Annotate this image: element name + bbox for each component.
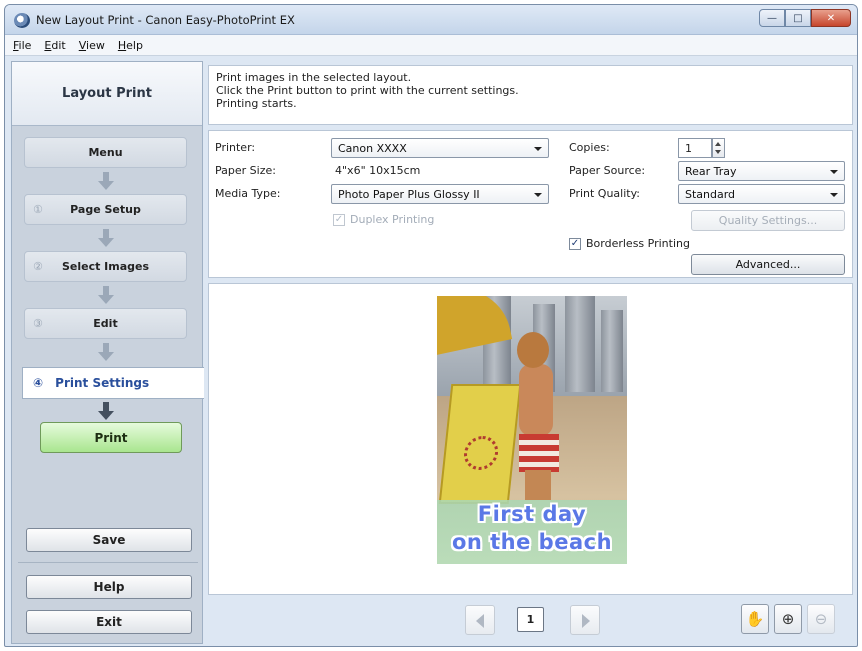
printer-value: Canon XXXX	[338, 142, 407, 155]
photo-sign	[438, 384, 522, 504]
photo-child-body	[519, 364, 553, 436]
page-setup-step-label: Page Setup	[70, 203, 141, 216]
menu-help-label: elp	[126, 38, 143, 52]
photo-child-shorts	[519, 434, 559, 472]
select-images-step-label: Select Images	[61, 260, 150, 273]
media-type-select[interactable]: Photo Paper Plus Glossy II	[331, 184, 549, 204]
copies-input[interactable]: 1	[678, 138, 712, 158]
print-quality-select[interactable]: Standard	[678, 184, 845, 204]
menu-step-button[interactable]: Menu	[24, 137, 187, 168]
close-button[interactable]: ✕	[811, 9, 851, 27]
media-type-value: Photo Paper Plus Glossy II	[338, 188, 480, 201]
instructions-panel: Print images in the selected layout. Cli…	[208, 65, 853, 125]
arrow-down-icon	[98, 286, 114, 306]
instruction-line: Printing starts.	[216, 97, 297, 110]
photo-building	[601, 310, 623, 392]
menu-file[interactable]: File	[13, 39, 31, 52]
zoom-out-icon[interactable]: ⊖	[807, 604, 835, 634]
preview-toolbar: 1 ✋ ⊕ ⊖	[208, 599, 853, 643]
duplex-printing-checkbox[interactable]: ✓	[333, 214, 345, 226]
menu-view[interactable]: View	[79, 39, 105, 52]
window-title: New Layout Print - Canon Easy-PhotoPrint…	[36, 13, 295, 27]
instruction-line: Print images in the selected layout.	[216, 71, 412, 84]
copies-stepper[interactable]	[712, 138, 725, 158]
print-preview-panel: First day on the beach	[208, 283, 853, 595]
advanced-button[interactable]: Advanced...	[691, 254, 845, 275]
sidebar-divider	[18, 562, 198, 563]
chevron-down-icon	[830, 193, 838, 197]
menu-help[interactable]: Help	[118, 39, 143, 52]
photo-child-head	[517, 332, 549, 368]
duplex-printing-label: Duplex Printing	[350, 213, 435, 226]
window-controls: — □ ✕	[759, 9, 851, 29]
borderless-printing-label: Borderless Printing	[586, 237, 690, 250]
sidebar: Layout Print Menu ① Page Setup ② Select …	[11, 61, 204, 644]
stepper-up-icon[interactable]	[715, 142, 721, 146]
photo-building	[565, 296, 595, 392]
menu-view-accel: V	[78, 38, 87, 52]
chevron-down-icon	[534, 147, 542, 151]
title-bar: New Layout Print - Canon Easy-PhotoPrint…	[5, 5, 857, 35]
minimize-button[interactable]: —	[759, 9, 785, 27]
arrow-down-icon	[98, 172, 114, 192]
menu-file-label: ile	[18, 38, 32, 52]
photo-sign-circle	[462, 436, 500, 470]
preview-photo: First day on the beach	[437, 296, 627, 564]
step-number: ④	[33, 376, 44, 390]
arrow-down-icon	[98, 402, 114, 422]
exit-button[interactable]: Exit	[26, 610, 192, 634]
help-button[interactable]: Help	[26, 575, 192, 599]
previous-page-button[interactable]	[465, 605, 495, 635]
paper-size-label: Paper Size:	[215, 164, 276, 177]
menu-view-label: iew	[86, 38, 105, 52]
app-icon	[14, 13, 30, 28]
arrow-down-icon	[98, 343, 114, 363]
paper-source-value: Rear Tray	[685, 165, 737, 178]
save-button[interactable]: Save	[26, 528, 192, 552]
zoom-in-icon[interactable]: ⊕	[774, 604, 802, 634]
app-window: New Layout Print - Canon Easy-PhotoPrint…	[4, 4, 858, 647]
paper-source-label: Paper Source:	[569, 164, 646, 177]
menu-help-accel: H	[117, 38, 127, 52]
maximize-button[interactable]: □	[785, 9, 811, 27]
sidebar-title: Layout Print	[12, 62, 202, 126]
print-settings-step-label: Print Settings	[55, 376, 150, 390]
page-number: 1	[517, 607, 544, 632]
printer-label: Printer:	[215, 141, 256, 154]
photo-caption-line: First day	[477, 502, 587, 526]
print-quality-value: Standard	[685, 188, 736, 201]
menu-step-label: Menu	[88, 146, 123, 159]
media-type-label: Media Type:	[215, 187, 281, 200]
print-quality-label: Print Quality:	[569, 187, 641, 200]
menu-edit[interactable]: Edit	[44, 39, 65, 52]
print-settings-step-active[interactable]: ④ Print Settings	[22, 367, 204, 399]
print-settings-panel: Printer: Canon XXXX Paper Size: 4"x6" 10…	[208, 130, 853, 278]
borderless-printing-checkbox[interactable]: ✓	[569, 238, 581, 250]
menu-bar: File Edit View Help	[5, 35, 857, 56]
photo-caption-line: on the beach	[451, 530, 613, 554]
stepper-down-icon[interactable]	[715, 150, 721, 154]
edit-step-button[interactable]: ③ Edit	[24, 308, 187, 339]
next-page-button[interactable]	[570, 605, 600, 635]
copies-label: Copies:	[569, 141, 610, 154]
chevron-down-icon	[830, 170, 838, 174]
chevron-down-icon	[534, 193, 542, 197]
quality-settings-button[interactable]: Quality Settings...	[691, 210, 845, 231]
paper-size-value: 4"x6" 10x15cm	[335, 164, 421, 177]
print-button[interactable]: Print	[40, 422, 182, 453]
page-setup-step-button[interactable]: ① Page Setup	[24, 194, 187, 225]
paper-source-select[interactable]: Rear Tray	[678, 161, 845, 181]
photo-child-legs	[525, 470, 551, 500]
select-images-step-button[interactable]: ② Select Images	[24, 251, 187, 282]
edit-step-label: Edit	[93, 317, 118, 330]
printer-select[interactable]: Canon XXXX	[331, 138, 549, 158]
arrow-down-icon	[98, 229, 114, 249]
instruction-line: Click the Print button to print with the…	[216, 84, 519, 97]
hand-tool-icon[interactable]: ✋	[741, 604, 769, 634]
menu-edit-label: dit	[51, 38, 66, 52]
